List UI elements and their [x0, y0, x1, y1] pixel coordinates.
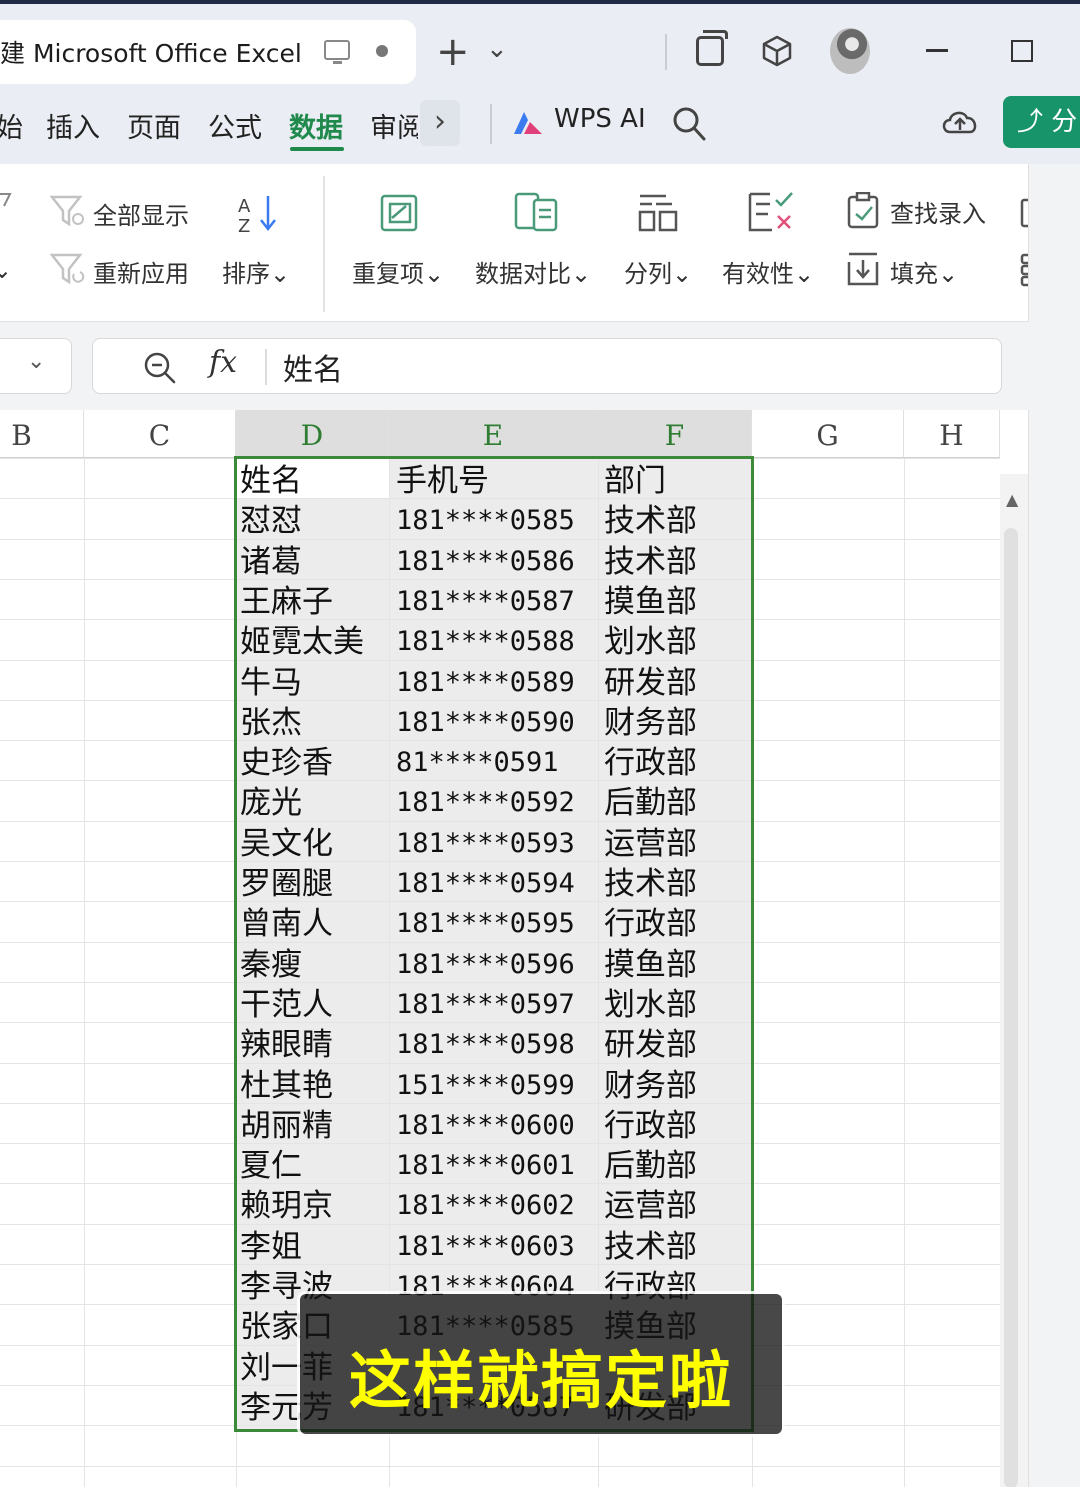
scroll-thumb[interactable] — [1004, 528, 1018, 1487]
titlebar-divider — [665, 34, 667, 70]
find-entry-button[interactable]: 查找录入 — [890, 194, 986, 229]
svg-text:Z: Z — [238, 216, 250, 234]
column-gridline — [84, 458, 85, 1487]
duplicates-button[interactable]: 重复项⌄ — [352, 254, 444, 289]
menu-page[interactable]: 页面 — [127, 106, 181, 145]
menu-more-chevron-icon[interactable]: › — [420, 100, 460, 146]
search-icon[interactable] — [672, 106, 706, 142]
fill-icon — [847, 252, 879, 286]
formula-divider — [265, 349, 267, 385]
share-icon: ⤴ — [1017, 107, 1052, 137]
reapply-filter-icon — [50, 253, 85, 285]
minimize-icon[interactable] — [926, 49, 948, 52]
scroll-up-arrow-icon[interactable]: ▲ — [1006, 490, 1018, 509]
monitor-icon[interactable] — [324, 40, 350, 64]
show-all-button[interactable]: 全部显示 — [93, 196, 189, 231]
name-box-chevron-icon[interactable]: ⌄ — [27, 349, 45, 374]
filter-partial-icon — [0, 193, 12, 207]
menu-insert[interactable]: 插入 — [46, 106, 100, 145]
menu-data[interactable]: 数据 — [289, 106, 343, 145]
new-tab-button[interactable]: + — [436, 32, 470, 72]
column-header-h[interactable]: H — [904, 410, 1000, 458]
selection-border — [234, 456, 754, 1432]
document-tab-title: 建 Microsoft Office Excel — [0, 39, 302, 68]
validity-dropdown-chevron: ⌄ — [794, 260, 815, 288]
reapply-button[interactable]: 重新应用 — [93, 254, 189, 289]
split-columns-icon — [638, 194, 678, 232]
validity-icon — [748, 192, 793, 232]
column-header-e[interactable]: E — [389, 410, 598, 458]
data-compare-icon — [514, 192, 558, 232]
data-ribbon: ⌄ 全部显示 重新应用 A Z 排序⌄ 重复项⌄ 数据对比⌄ 分列⌄ 有效性⌄ … — [0, 164, 1080, 322]
ribbon-divider — [323, 176, 325, 312]
column-header-f[interactable]: F — [598, 410, 752, 458]
title-bar: 建 Microsoft Office Excel + ⌄ — [0, 0, 1080, 92]
data-compare-button[interactable]: 数据对比⌄ — [475, 254, 591, 289]
row-gridline — [0, 1465, 1000, 1467]
duplicates-button-label: 重复项 — [352, 260, 424, 288]
share-button[interactable]: ⤴ 分 — [1003, 96, 1080, 148]
active-menu-underline — [290, 147, 344, 151]
maximize-icon[interactable] — [1011, 40, 1033, 62]
formula-content[interactable]: 姓名 — [283, 345, 343, 389]
duplicates-icon — [380, 194, 418, 232]
fx-icon[interactable]: fx — [209, 345, 237, 380]
fill-button-label: 填充 — [890, 260, 938, 288]
column-header-c[interactable]: C — [84, 410, 236, 458]
svg-text:A: A — [238, 196, 251, 217]
column-gridline — [904, 458, 905, 1487]
document-tab[interactable]: 建 Microsoft Office Excel — [0, 20, 416, 84]
split-button-label: 分列 — [624, 260, 672, 288]
column-header-d[interactable]: D — [236, 410, 389, 458]
column-header-g[interactable]: G — [752, 410, 904, 458]
show-all-filter-icon — [50, 195, 84, 227]
cube-icon[interactable] — [760, 34, 794, 68]
validity-button[interactable]: 有效性⌄ — [722, 254, 814, 289]
fill-dropdown-chevron: ⌄ — [938, 260, 959, 288]
sort-button[interactable]: 排序⌄ — [222, 254, 290, 289]
sort-button-label: 排序 — [222, 260, 270, 288]
caption-text: 这样就搞定啦 — [348, 1344, 733, 1417]
sort-icon: A Z — [238, 196, 276, 234]
zoom-search-icon[interactable] — [143, 351, 177, 385]
menu-start[interactable]: 始 — [0, 106, 23, 145]
fill-button[interactable]: 填充⌄ — [890, 254, 958, 289]
column-header-b[interactable]: B — [0, 410, 84, 458]
sort-dropdown-chevron: ⌄ — [270, 260, 291, 288]
split-button[interactable]: 分列⌄ — [624, 254, 692, 289]
menu-formula[interactable]: 公式 — [208, 106, 262, 145]
window-tabs-icon[interactable] — [696, 30, 728, 66]
tab-list-chevron-icon[interactable]: ⌄ — [486, 34, 508, 64]
name-box[interactable]: ⌄ — [0, 338, 72, 394]
wps-ai-logo-icon — [514, 112, 542, 134]
menu-review[interactable]: 审阅 — [370, 106, 418, 145]
menu-bar: 始 插入 页面 公式 数据 审阅 › WPS AI ⤴ 分 — [0, 92, 1080, 164]
formula-input[interactable]: fx 姓名 — [92, 338, 1002, 394]
find-entry-icon — [847, 192, 879, 229]
data-compare-button-label: 数据对比 — [475, 260, 571, 288]
formula-bar: ⌄ fx 姓名 — [0, 322, 1030, 410]
validity-button-label: 有效性 — [722, 260, 794, 288]
unsaved-dot-icon[interactable] — [376, 45, 388, 57]
cloud-upload-icon[interactable] — [940, 104, 980, 140]
filter-dropdown-chevron[interactable]: ⌄ — [0, 256, 12, 284]
wps-ai-button[interactable]: WPS AI — [554, 104, 646, 134]
share-button-label: 分 — [1051, 107, 1078, 137]
side-panel-strip — [1028, 164, 1080, 1487]
split-dropdown-chevron: ⌄ — [672, 260, 693, 288]
avatar[interactable] — [830, 28, 870, 74]
menu-divider — [490, 104, 492, 144]
duplicates-dropdown-chevron: ⌄ — [424, 260, 445, 288]
video-caption: 这样就搞定啦 — [300, 1294, 782, 1434]
data-compare-dropdown-chevron: ⌄ — [571, 260, 592, 288]
